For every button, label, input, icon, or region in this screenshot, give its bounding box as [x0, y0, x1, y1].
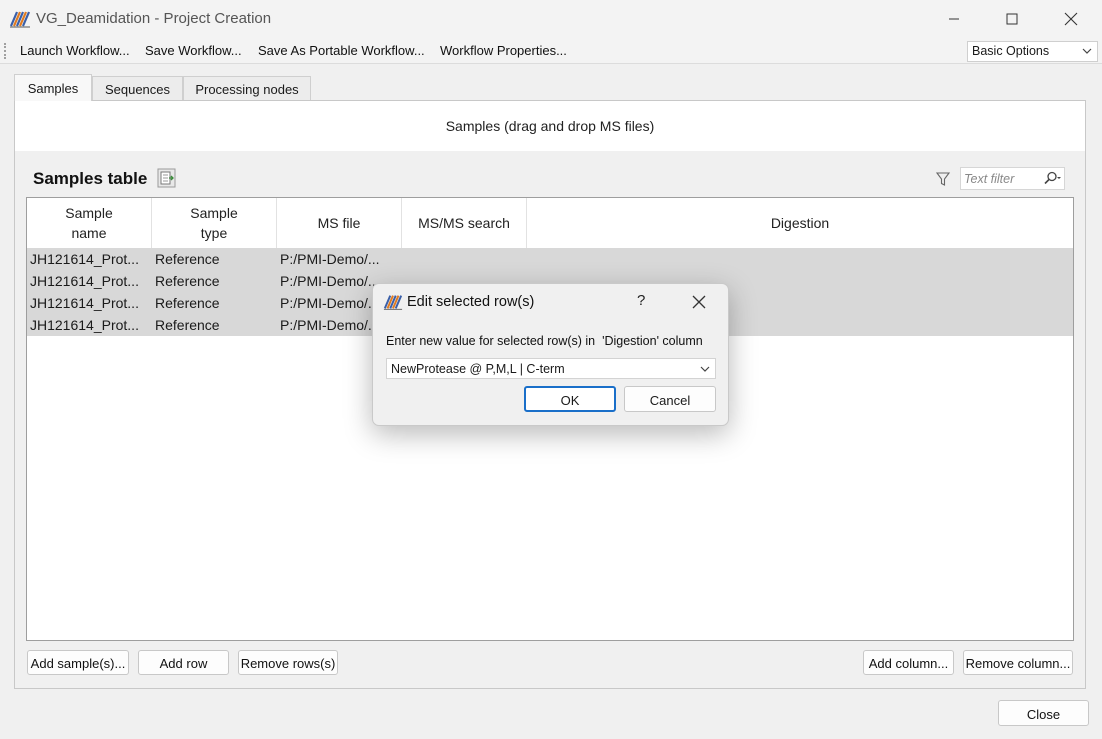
cell-sample-name: JH121614_Prot...	[30, 317, 139, 333]
close-icon	[1064, 12, 1078, 26]
cell-ms-file: P:/PMI-Demo/...	[280, 273, 380, 289]
chevron-down-icon	[700, 366, 710, 372]
column-header-digestion[interactable]: Digestion	[527, 198, 1073, 248]
remove-column-button[interactable]: Remove column...	[963, 650, 1073, 675]
column-header-sample-name[interactable]: Sample name	[27, 198, 152, 248]
filter-icon[interactable]	[935, 171, 951, 187]
column-header-label: Sample type	[190, 205, 238, 241]
dialog-prompt: Enter new value for selected row(s) in '…	[386, 334, 703, 348]
add-column-button[interactable]: Add column...	[863, 650, 954, 675]
tab-samples[interactable]: Samples	[14, 74, 92, 101]
tab-sequences[interactable]: Sequences	[92, 76, 183, 100]
cell-ms-file: P:/PMI-Demo/...	[280, 295, 380, 311]
text-filter-placeholder: Text filter	[964, 172, 1015, 186]
title-bar: VG_Deamidation - Project Creation	[0, 0, 1102, 38]
cell-sample-type: Reference	[155, 295, 220, 311]
window-title: VG_Deamidation - Project Creation	[36, 10, 272, 27]
cell-sample-name: JH121614_Prot...	[30, 295, 139, 311]
cancel-button[interactable]: Cancel	[624, 386, 716, 412]
help-button[interactable]: ?	[637, 292, 645, 309]
search-icon[interactable]	[1043, 171, 1061, 185]
minimize-icon	[949, 18, 959, 20]
column-header-label: MS/MS search	[418, 215, 510, 231]
cell-ms-file: P:/PMI-Demo/...	[280, 251, 380, 267]
app-logo-icon	[383, 295, 403, 310]
close-icon[interactable]	[691, 294, 707, 310]
column-header-label: Digestion	[770, 215, 830, 231]
column-header-ms-file[interactable]: MS file	[277, 198, 402, 248]
toolbar-grip[interactable]	[4, 43, 6, 59]
close-button[interactable]: Close	[998, 700, 1089, 726]
table-row[interactable]: JH121614_Prot... Reference P:/PMI-Demo/.…	[27, 248, 1073, 270]
export-table-icon[interactable]	[157, 168, 176, 188]
maximize-button[interactable]	[983, 0, 1041, 38]
options-mode-select[interactable]: Basic Options	[967, 41, 1098, 62]
cell-sample-name: JH121614_Prot...	[30, 251, 139, 267]
workflow-toolbar: Launch Workflow... Save Workflow... Save…	[0, 38, 1102, 64]
cell-ms-file: P:/PMI-Demo/...	[280, 317, 380, 333]
ok-button[interactable]: OK	[524, 386, 616, 412]
remove-rows-button[interactable]: Remove rows(s)	[238, 650, 338, 675]
options-mode-value: Basic Options	[972, 44, 1050, 58]
app-logo-icon	[9, 11, 31, 28]
cell-sample-name: JH121614_Prot...	[30, 273, 139, 289]
close-window-button[interactable]	[1042, 0, 1100, 38]
maximize-icon	[1006, 13, 1018, 25]
column-header-label: MS file	[317, 215, 361, 231]
edit-rows-dialog: Edit selected row(s) ? Enter new value f…	[372, 283, 729, 426]
column-header-msms-search[interactable]: MS/MS search	[402, 198, 527, 248]
save-portable-workflow-menu[interactable]: Save As Portable Workflow...	[258, 43, 425, 58]
digestion-value: NewProtease @ P,M,L | C-term	[391, 362, 565, 376]
drop-zone-label: Samples (drag and drop MS files)	[445, 118, 655, 134]
column-header-sample-type[interactable]: Sample type	[152, 198, 277, 248]
add-samples-button[interactable]: Add sample(s)...	[27, 650, 129, 675]
tab-processing-nodes[interactable]: Processing nodes	[183, 76, 311, 100]
add-row-button[interactable]: Add row	[138, 650, 229, 675]
workflow-properties-menu[interactable]: Workflow Properties...	[440, 43, 567, 58]
column-header-label: Sample name	[65, 205, 113, 241]
samples-table-title: Samples table	[33, 169, 148, 188]
save-workflow-menu[interactable]: Save Workflow...	[145, 43, 242, 58]
launch-workflow-menu[interactable]: Launch Workflow...	[20, 43, 130, 58]
minimize-button[interactable]	[925, 0, 983, 38]
chevron-down-icon	[1082, 48, 1092, 54]
cell-sample-type: Reference	[155, 273, 220, 289]
cell-sample-type: Reference	[155, 317, 220, 333]
cell-sample-type: Reference	[155, 251, 220, 267]
digestion-value-select[interactable]: NewProtease @ P,M,L | C-term	[386, 358, 716, 379]
dialog-title: Edit selected row(s)	[407, 294, 535, 310]
